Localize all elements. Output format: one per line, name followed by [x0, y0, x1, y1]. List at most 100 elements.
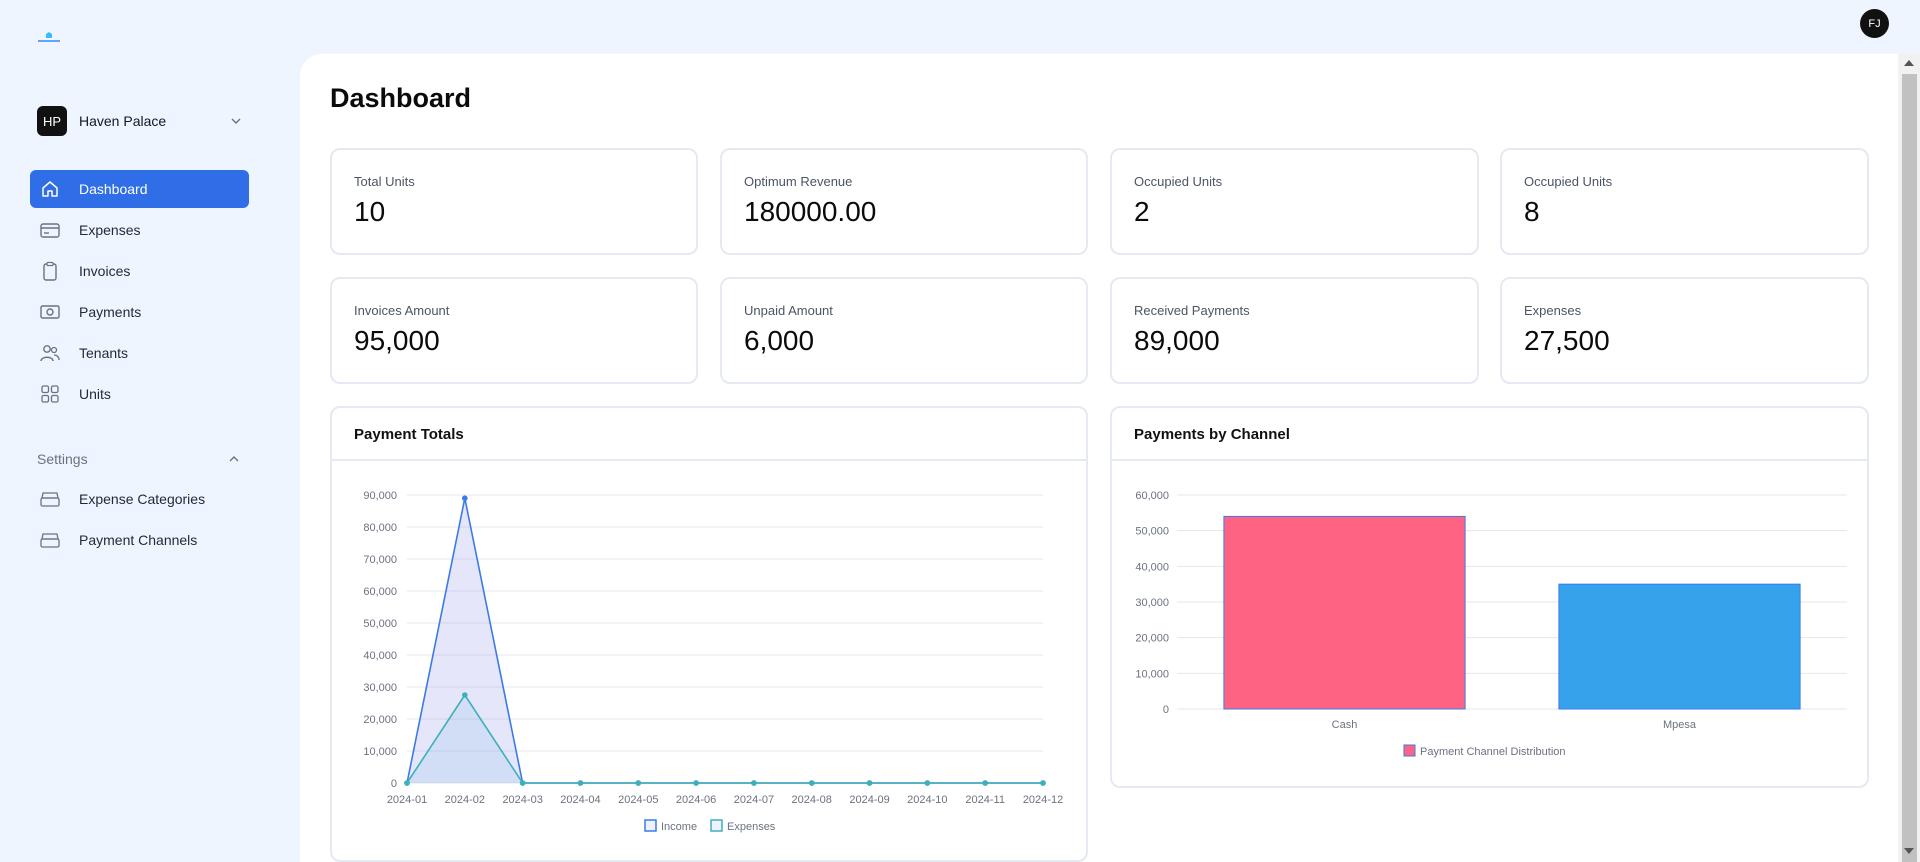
y-tick-label: 0	[1163, 704, 1169, 716]
bar	[1223, 515, 1466, 710]
x-tick-label: 2024-08	[792, 794, 832, 806]
stat-value: 95,000	[354, 325, 440, 356]
data-point	[462, 692, 468, 698]
credit-card-icon	[39, 219, 61, 241]
x-tick-label: 2024-11	[965, 794, 1005, 806]
legend-label: Payment Channel Distribution	[1420, 746, 1566, 758]
payments-by-channel-chart: 0 10,000 20,000 30,000 40,000 50,000 60,000 Cas…	[1135, 490, 1847, 758]
clipboard-icon	[39, 260, 61, 282]
stat-value: 89,000	[1134, 325, 1220, 356]
x-tick-label: Mpesa	[1663, 719, 1697, 731]
x-tick-label: 2024-07	[734, 794, 774, 806]
grid-icon	[39, 383, 61, 405]
sidebar-item-label: Payment Channels	[79, 532, 198, 548]
settings-section-toggle[interactable]: Settings	[37, 448, 241, 470]
sidebar-item-tenants[interactable]: Tenants	[30, 334, 249, 372]
home-icon	[39, 178, 61, 200]
stat-label: Occupied Units	[1134, 174, 1223, 189]
sidebar-item-label: Expense Categories	[79, 491, 206, 507]
app-logo	[38, 32, 60, 42]
scroll-up-arrow-icon[interactable]	[1904, 60, 1914, 66]
x-tick-label: 2024-10	[907, 794, 947, 806]
stat-label: Received Payments	[1134, 303, 1250, 318]
chevron-up-icon	[229, 456, 239, 462]
sidebar-item-label: Dashboard	[79, 181, 148, 197]
data-point	[866, 780, 873, 786]
scroll-down-arrow-icon[interactable]	[1904, 848, 1914, 854]
x-tick-label: 2024-04	[560, 794, 600, 806]
data-point	[462, 495, 468, 501]
x-tick-label: 2024-01	[387, 794, 427, 806]
x-tick-label: 2024-05	[618, 794, 658, 806]
data-point	[982, 780, 988, 786]
data-point	[635, 780, 642, 786]
y-tick-label: 80,000	[363, 522, 397, 534]
sidebar-item-expenses[interactable]: Expenses	[30, 211, 249, 249]
legend-swatch	[710, 819, 723, 832]
archive-icon	[39, 529, 61, 551]
page-scrollbar[interactable]	[1899, 54, 1920, 862]
payment-totals-chart: 0 10,000 20,000 30,000 40,000 50,000 60,000 70,…	[363, 490, 1063, 833]
y-tick-label: 40,000	[1135, 561, 1169, 573]
stat-label: Invoices Amount	[354, 303, 450, 318]
stat-card-unpaid-amount: Unpaid Amount 6,000	[720, 277, 1088, 384]
data-point	[924, 780, 931, 786]
settings-label: Settings	[37, 451, 88, 467]
x-tick-label: 2024-02	[445, 794, 485, 806]
y-tick-label: 60,000	[363, 586, 397, 598]
stat-card-total-units: Total Units 10	[330, 148, 698, 255]
y-tick-label: 30,000	[1135, 597, 1169, 609]
sidebar-item-units[interactable]: Units	[30, 375, 249, 413]
property-name: Haven Palace	[79, 113, 167, 129]
data-point	[519, 780, 526, 786]
data-point	[404, 780, 410, 786]
data-point	[808, 780, 815, 786]
sidebar-nav: Dashboard Expenses Invoices Payments Ten…	[30, 170, 249, 416]
stat-card-received-payments: Received Payments 89,000	[1110, 277, 1479, 384]
x-tick-label: 2024-12	[1023, 794, 1063, 806]
stat-card-occupied-units-2: Occupied Units 8	[1500, 148, 1869, 255]
scroll-thumb[interactable]	[1902, 74, 1917, 862]
stat-label: Unpaid Amount	[744, 303, 833, 318]
sidebar-item-payment-channels[interactable]: Payment Channels	[30, 521, 249, 559]
sidebar-item-dashboard[interactable]: Dashboard	[30, 170, 249, 208]
sidebar-item-label: Invoices	[79, 263, 131, 279]
banknote-icon	[39, 301, 61, 323]
stat-card-invoices-amount: Invoices Amount 95,000	[330, 277, 698, 384]
y-tick-label: 30,000	[363, 682, 397, 694]
stat-value: 180000.00	[744, 196, 877, 227]
user-avatar[interactable]: FJ	[1860, 9, 1889, 38]
y-tick-label: 0	[391, 778, 397, 790]
data-point	[577, 780, 584, 786]
data-point	[693, 780, 699, 786]
sidebar-item-invoices[interactable]: Invoices	[30, 252, 249, 290]
page-title: Dashboard	[330, 83, 472, 113]
payment-totals-card: Payment Totals 0 10,000 20,000 30,000 40,000…	[330, 406, 1088, 862]
y-tick-label: 70,000	[363, 554, 397, 566]
stat-card-occupied-units: Occupied Units 2	[1110, 148, 1479, 255]
stat-label: Occupied Units	[1524, 174, 1613, 189]
y-tick-label: 90,000	[363, 490, 397, 502]
stat-label: Expenses	[1524, 303, 1582, 318]
y-tick-label: 40,000	[363, 650, 397, 662]
legend-swatch	[644, 819, 657, 832]
sidebar-item-expense-categories[interactable]: Expense Categories	[30, 480, 249, 518]
sidebar-item-payments[interactable]: Payments	[30, 293, 249, 331]
legend-label: Expenses	[727, 821, 776, 833]
payments-by-channel-card: Payments by Channel 0 10,000 20,000 30,000 4…	[1110, 406, 1869, 788]
stat-value: 10	[354, 196, 386, 227]
sidebar-item-label: Units	[79, 386, 111, 402]
bar	[1558, 583, 1801, 710]
y-tick-label: 60,000	[1135, 490, 1169, 502]
stat-value: 27,500	[1524, 325, 1610, 356]
property-selector[interactable]: HP Haven Palace	[37, 106, 243, 136]
stat-value: 6,000	[744, 325, 815, 356]
x-tick-label: 2024-03	[502, 794, 542, 806]
legend-swatch	[1403, 744, 1416, 757]
data-point	[1040, 780, 1046, 786]
x-tick-label: 2024-09	[849, 794, 889, 806]
stat-label: Total Units	[354, 174, 415, 189]
chevron-down-icon	[231, 118, 241, 124]
stat-value: 2	[1134, 196, 1150, 227]
y-tick-label: 10,000	[1135, 668, 1169, 680]
